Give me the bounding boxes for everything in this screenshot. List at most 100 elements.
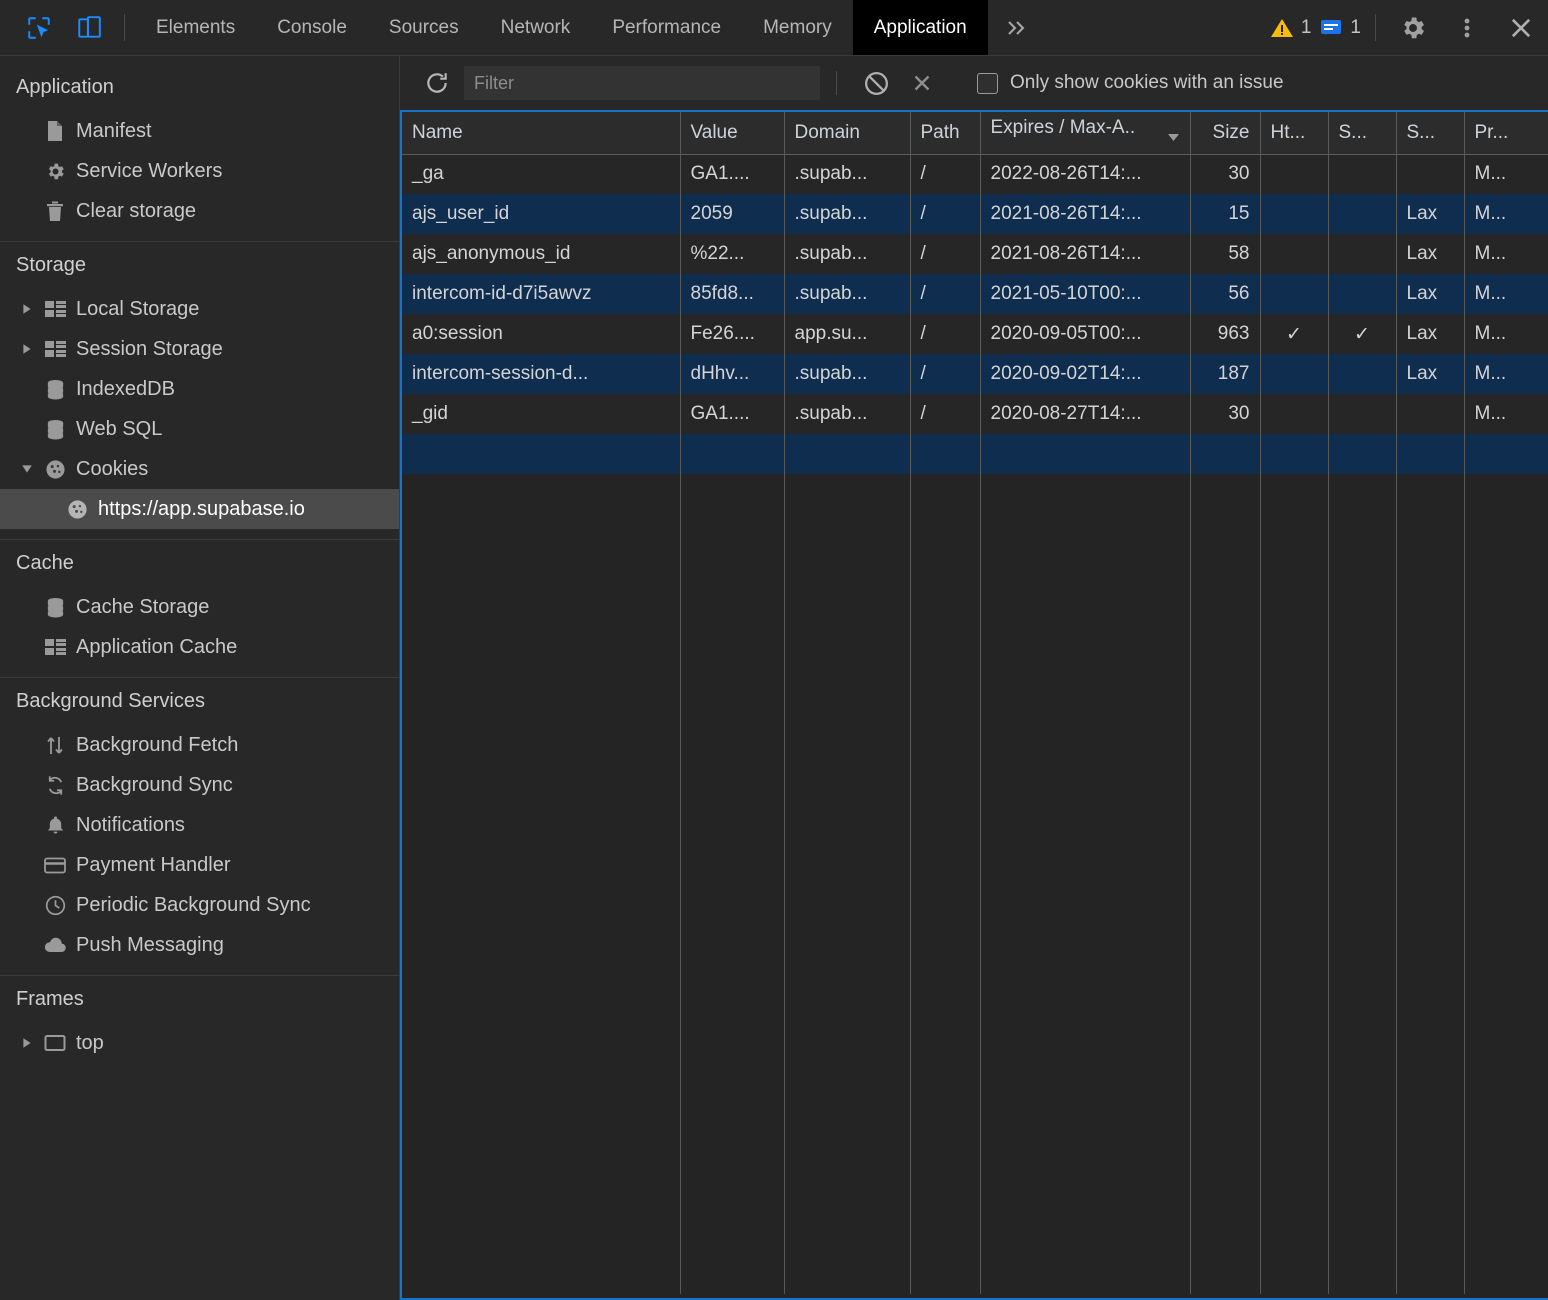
sidebar-item-cache-storage[interactable]: Cache Storage [0,587,399,627]
column-header-size[interactable]: Size [1190,112,1261,155]
cell-name[interactable]: a0:session [402,314,681,354]
sidebar-item-session-storage[interactable]: Session Storage [0,329,399,369]
cell-secure[interactable] [1328,434,1397,474]
refresh-icon[interactable] [414,70,460,96]
tab-application[interactable]: Application [852,0,988,55]
cell-httponly[interactable] [1260,194,1329,234]
cell-size[interactable]: 963 [1190,314,1261,354]
sidebar-item-push-messaging[interactable]: Push Messaging [0,925,399,965]
table-row[interactable]: a0:session Fe26.... app.su... / 2020-09-… [402,314,1548,354]
cell-path[interactable]: / [910,194,981,234]
column-header-priority[interactable]: Pr... [1464,112,1548,155]
cell-secure[interactable]: ✓ [1328,314,1397,354]
cell-samesite[interactable]: Lax [1396,354,1465,394]
cell-domain[interactable]: .supab... [784,154,911,194]
chevron-double-right-icon[interactable] [988,0,1044,55]
table-row[interactable]: _gid GA1.... .supab... / 2020-08-27T14:.… [402,394,1548,434]
column-header-expires[interactable]: Expires / Max-A.. [980,112,1191,155]
cell-samesite[interactable]: Lax [1396,274,1465,314]
sidebar-item-cookies[interactable]: Cookies [0,449,399,489]
cell-priority[interactable]: M... [1464,354,1548,394]
cell-httponly[interactable] [1260,154,1329,194]
cell-path[interactable]: / [910,314,981,354]
column-header-samesite[interactable]: S... [1396,112,1465,155]
cell-domain[interactable]: .supab... [784,274,911,314]
table-row[interactable]: ajs_user_id 2059 .supab... / 2021-08-26T… [402,194,1548,234]
cell-path[interactable]: / [910,154,981,194]
table-row[interactable]: intercom-session-d... dHhv... .supab... … [402,354,1548,394]
cell-name[interactable]: ajs_user_id [402,194,681,234]
cell-secure[interactable] [1328,234,1397,274]
cell-name[interactable]: ajs_anonymous_id [402,234,681,274]
cell-name[interactable] [402,434,681,474]
cell-size[interactable]: 15 [1190,194,1261,234]
cell-secure[interactable] [1328,194,1397,234]
tab-network[interactable]: Network [480,0,592,55]
cell-httponly[interactable] [1260,234,1329,274]
column-header-name[interactable]: Name [402,112,681,155]
tab-performance[interactable]: Performance [591,0,742,55]
only-issues-checkbox[interactable] [977,72,998,94]
sidebar-item-cookie-origin[interactable]: https://app.supabase.io [0,489,399,529]
cell-size[interactable]: 58 [1190,234,1261,274]
cell-value[interactable]: 2059 [680,194,785,234]
cell-domain[interactable] [784,434,911,474]
inspect-element-icon[interactable] [14,0,64,55]
cell-expires[interactable]: 2020-08-27T14:... [980,394,1191,434]
cell-samesite[interactable]: Lax [1396,234,1465,274]
cell-domain[interactable]: app.su... [784,314,911,354]
cell-samesite[interactable] [1396,434,1465,474]
sidebar-item-local-storage[interactable]: Local Storage [0,289,399,329]
cell-expires[interactable]: 2020-09-02T14:... [980,354,1191,394]
cell-samesite[interactable] [1396,154,1465,194]
cell-samesite[interactable]: Lax [1396,194,1465,234]
sidebar-item-payment-handler[interactable]: Payment Handler [0,845,399,885]
cell-name[interactable]: intercom-session-d... [402,354,681,394]
cell-secure[interactable] [1328,154,1397,194]
table-row[interactable]: intercom-id-d7i5awvz 85fd8... .supab... … [402,274,1548,314]
chevron-right-icon[interactable] [16,1037,38,1049]
cell-expires[interactable]: 2021-08-26T14:... [980,234,1191,274]
sidebar-item-manifest[interactable]: Manifest [0,111,399,151]
sidebar-item-frame-top[interactable]: top [0,1023,399,1063]
cell-domain[interactable]: .supab... [784,354,911,394]
cell-httponly[interactable] [1260,394,1329,434]
sidebar-item-clear-storage[interactable]: Clear storage [0,191,399,231]
cookies-table-container[interactable]: Name Value Domain Path Expires / Max-A..… [400,110,1548,1300]
close-icon[interactable] [1494,0,1548,55]
chevron-right-icon[interactable] [16,343,38,355]
cell-path[interactable]: / [910,274,981,314]
cell-samesite[interactable] [1396,394,1465,434]
table-row[interactable]: ajs_anonymous_id %22... .supab... / 2021… [402,234,1548,274]
sidebar-item-periodic-background-sync[interactable]: Periodic Background Sync [0,885,399,925]
sidebar-item-notifications[interactable]: Notifications [0,805,399,845]
cell-expires[interactable] [980,434,1191,474]
cell-value[interactable]: Fe26.... [680,314,785,354]
cell-path[interactable]: / [910,354,981,394]
warning-counter[interactable]: 1 [1266,0,1316,55]
message-counter[interactable]: 1 [1315,0,1365,55]
kebab-menu-icon[interactable] [1440,0,1494,55]
cell-priority[interactable] [1464,434,1548,474]
cell-domain[interactable]: .supab... [784,394,911,434]
cell-name[interactable]: _ga [402,154,681,194]
cell-path[interactable]: / [910,394,981,434]
cell-value[interactable]: %22... [680,234,785,274]
cell-value[interactable]: dHhv... [680,354,785,394]
cell-priority[interactable]: M... [1464,234,1548,274]
cell-expires[interactable]: 2022-08-26T14:... [980,154,1191,194]
cell-path[interactable]: / [910,234,981,274]
cell-httponly[interactable]: ✓ [1260,314,1329,354]
column-header-domain[interactable]: Domain [784,112,911,155]
cell-value[interactable]: GA1.... [680,394,785,434]
cell-secure[interactable] [1328,354,1397,394]
column-header-httponly[interactable]: Ht... [1260,112,1329,155]
column-header-secure[interactable]: S... [1328,112,1397,155]
cell-priority[interactable]: M... [1464,394,1548,434]
sidebar-item-background-fetch[interactable]: Background Fetch [0,725,399,765]
cell-size[interactable]: 30 [1190,394,1261,434]
cell-httponly[interactable] [1260,354,1329,394]
sidebar-item-background-sync[interactable]: Background Sync [0,765,399,805]
cell-secure[interactable] [1328,274,1397,314]
column-header-path[interactable]: Path [910,112,981,155]
